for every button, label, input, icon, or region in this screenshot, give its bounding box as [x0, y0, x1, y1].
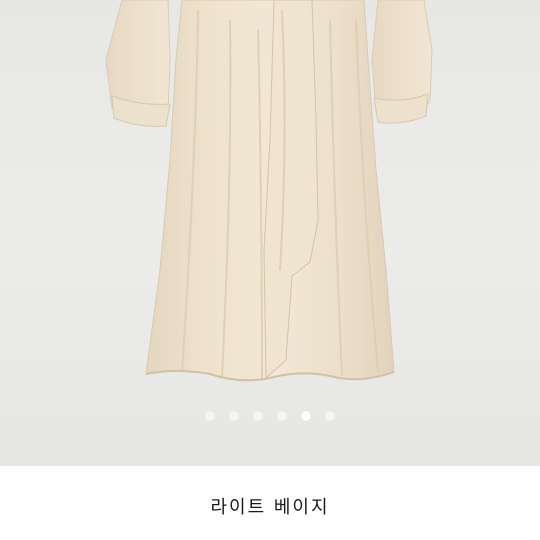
pagination-dot[interactable] — [253, 411, 263, 421]
dress-image — [105, 0, 433, 382]
pagination-dot[interactable] — [325, 411, 335, 421]
color-option-label: 라이트 베이지 — [210, 497, 330, 518]
image-viewer: 라이트 베이지 — [0, 0, 540, 540]
caption-bar: 라이트 베이지 — [0, 466, 540, 540]
pagination-dot[interactable] — [229, 411, 239, 421]
pagination-dot[interactable] — [205, 411, 215, 421]
pagination-dots — [0, 408, 540, 424]
product-photo[interactable] — [0, 0, 540, 466]
pagination-dot[interactable] — [277, 411, 287, 421]
pagination-dot-active[interactable] — [301, 411, 311, 421]
